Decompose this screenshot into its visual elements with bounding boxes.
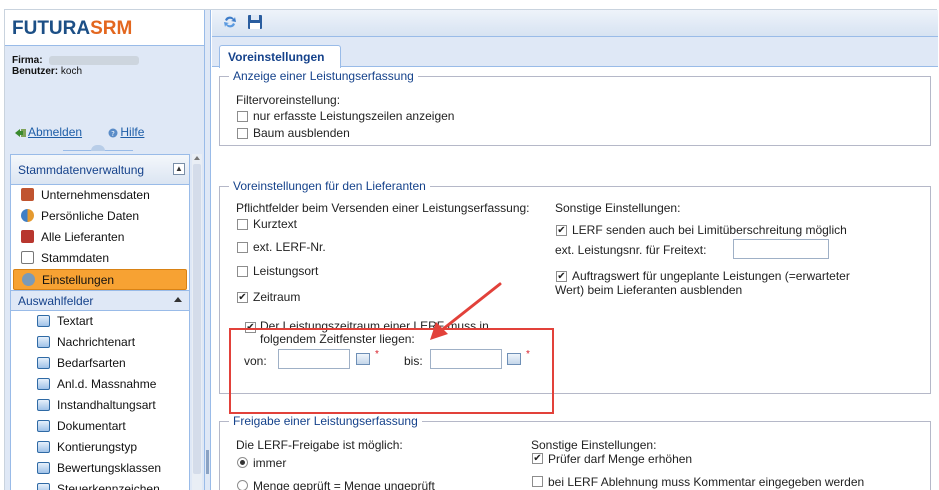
label-lerf-limit: LERF senden auch bei Limitüberschreitung… bbox=[572, 223, 847, 237]
checkbox-kurztext[interactable] bbox=[237, 219, 248, 230]
nav-panel: Stammdatenverwaltung ▲ Unternehmensdaten… bbox=[10, 154, 190, 490]
group-lieferanten-title: Voreinstellungen für den Lieferanten bbox=[229, 179, 430, 193]
freigabe-label: Die LERF-Freigabe ist möglich: bbox=[236, 438, 403, 452]
checkbox-ablehnung[interactable] bbox=[532, 476, 543, 487]
masterdata-icon bbox=[21, 251, 34, 264]
label-zeitraum: Zeitraum bbox=[253, 290, 301, 304]
subsection-auswahlfelder[interactable]: Auswahlfelder bbox=[11, 290, 189, 311]
sub-item-textart[interactable]: Textart bbox=[11, 311, 189, 332]
label-immer: immer bbox=[253, 456, 287, 470]
list-icon bbox=[37, 441, 50, 453]
checkbox-leistungsort[interactable] bbox=[237, 266, 248, 277]
help-link[interactable]: ? Hilfe bbox=[107, 125, 144, 139]
caret-up-icon[interactable] bbox=[174, 297, 182, 302]
label-pruefer: Prüfer darf Menge erhöhen bbox=[548, 452, 693, 466]
svg-text:?: ? bbox=[112, 130, 116, 138]
filter-label: Filtervoreinstellung: bbox=[236, 93, 341, 107]
pflichtfelder-label: Pflichtfelder beim Versenden einer Leist… bbox=[236, 201, 530, 215]
radio-menge-geprueft[interactable] bbox=[237, 480, 248, 490]
sub-item-steuerkennzeichen[interactable]: Steuerkennzeichen bbox=[11, 479, 189, 490]
suppliers-icon bbox=[21, 230, 34, 243]
list-icon bbox=[37, 315, 50, 327]
scroll-thumb[interactable] bbox=[193, 164, 201, 474]
checkbox-auftragswert[interactable]: ✔ bbox=[556, 271, 567, 282]
sidebar: FUTURASRM Firma: Benutzer: koch Abmelden… bbox=[5, 10, 205, 490]
label-kurztext: Kurztext bbox=[253, 217, 298, 231]
nav-scrollbar[interactable] bbox=[192, 154, 202, 490]
logout-link[interactable]: Abmelden bbox=[15, 125, 82, 139]
list-icon bbox=[37, 378, 50, 390]
sub-item-kontierungstyp[interactable]: Kontierungstyp bbox=[11, 437, 189, 458]
list-icon bbox=[37, 336, 50, 348]
checkbox-zeitraum[interactable]: ✔ bbox=[237, 292, 248, 303]
label-ablehnung: bei LERF Ablehnung muss Kommentar eingeg… bbox=[548, 475, 865, 489]
sub-item-nachrichtenart[interactable]: Nachrichtenart bbox=[11, 332, 189, 353]
main-panel: Voreinstellungen Anzeige einer Leistungs… bbox=[212, 10, 938, 490]
nav-item-persoenliche-daten[interactable]: Persönliche Daten bbox=[11, 206, 189, 227]
settings-form: Anzeige einer Leistungserfassung Filterv… bbox=[212, 68, 938, 490]
checkbox-baum-ausblenden[interactable] bbox=[237, 128, 248, 139]
group-anzeige: Anzeige einer Leistungserfassung Filterv… bbox=[219, 69, 931, 146]
firma-row: Firma: bbox=[12, 55, 197, 66]
company-icon bbox=[21, 188, 34, 201]
tab-strip: Voreinstellungen bbox=[212, 37, 938, 68]
radio-immer[interactable] bbox=[237, 457, 248, 468]
benutzer-row: Benutzer: koch bbox=[12, 66, 83, 77]
list-icon bbox=[37, 462, 50, 474]
redacted-company bbox=[48, 55, 139, 65]
list-icon bbox=[37, 399, 50, 411]
checkbox-ext-lerf-nr[interactable] bbox=[237, 242, 248, 253]
group-anzeige-title: Anzeige einer Leistungserfassung bbox=[229, 69, 418, 83]
people-icon bbox=[21, 209, 34, 222]
group-freigabe: Freigabe einer Leistungserfassung Die LE… bbox=[219, 414, 931, 490]
user-info: Firma: Benutzer: koch Abmelden ? Hilfe bbox=[5, 46, 204, 157]
annotation-arrow bbox=[430, 282, 502, 340]
tab-voreinstellungen[interactable]: Voreinstellungen bbox=[219, 45, 341, 68]
label-auftragswert-line2: Wert) beim Lieferanten ausblenden bbox=[555, 283, 743, 297]
nav-item-unternehmensdaten[interactable]: Unternehmensdaten bbox=[11, 185, 189, 206]
sub-item-anl-massnahme[interactable]: Anl.d. Massnahme bbox=[11, 374, 189, 395]
label-ext-leistungsnr: ext. Leistungsnr. für Freitext: bbox=[555, 243, 707, 257]
sub-item-bewertungsklassen[interactable]: Bewertungsklassen bbox=[11, 458, 189, 479]
label-leistungsort: Leistungsort bbox=[253, 264, 319, 278]
scroll-up-icon[interactable] bbox=[194, 156, 200, 160]
app-logo: FUTURASRM bbox=[5, 10, 204, 46]
nav-item-einstellungen[interactable]: Einstellungen bbox=[13, 269, 187, 290]
sub-item-dokumentart[interactable]: Dokumentart bbox=[11, 416, 189, 437]
checkbox-nur-erfasste[interactable] bbox=[237, 111, 248, 122]
list-icon bbox=[37, 420, 50, 432]
splitter-grip[interactable] bbox=[206, 450, 209, 474]
sidebar-splitter[interactable] bbox=[205, 10, 211, 490]
label-menge-geprueft: Menge geprüft = Menge ungeprüft bbox=[253, 479, 435, 490]
label-baum-ausblenden: Baum ausblenden bbox=[253, 126, 350, 140]
refresh-icon[interactable] bbox=[222, 14, 238, 30]
list-icon bbox=[37, 357, 50, 369]
label-nur-erfasste: nur erfasste Leistungszeilen anzeigen bbox=[253, 109, 455, 123]
app-window: FUTURASRM Firma: Benutzer: koch Abmelden… bbox=[4, 9, 938, 490]
list-icon bbox=[37, 483, 50, 490]
checkbox-pruefer[interactable]: ✔ bbox=[532, 453, 543, 464]
sub-item-instandhaltungsart[interactable]: Instandhaltungsart bbox=[11, 395, 189, 416]
label-auftragswert-line1: Auftragswert für ungeplante Leistungen (… bbox=[572, 269, 850, 283]
help-icon: ? bbox=[108, 128, 118, 138]
logout-icon bbox=[15, 128, 26, 137]
collapse-icon[interactable]: ▲ bbox=[173, 163, 185, 175]
settings-icon bbox=[22, 273, 35, 286]
group-freigabe-title: Freigabe einer Leistungserfassung bbox=[229, 414, 422, 428]
nav-item-alle-lieferanten[interactable]: Alle Lieferanten bbox=[11, 227, 189, 248]
label-ext-lerf-nr: ext. LERF-Nr. bbox=[253, 240, 326, 254]
sub-item-bedarfsarten[interactable]: Bedarfsarten bbox=[11, 353, 189, 374]
checkbox-lerf-limit[interactable]: ✔ bbox=[556, 225, 567, 236]
save-icon[interactable] bbox=[247, 14, 263, 30]
toolbar bbox=[212, 10, 938, 37]
sonstige-freigabe-label: Sonstige Einstellungen: bbox=[531, 438, 657, 452]
ext-leistungsnr-input[interactable] bbox=[733, 239, 829, 259]
nav-item-stammdaten[interactable]: Stammdaten bbox=[11, 248, 189, 269]
nav-panel-header[interactable]: Stammdatenverwaltung ▲ bbox=[11, 155, 189, 185]
sonstige-label: Sonstige Einstellungen: bbox=[555, 201, 681, 215]
